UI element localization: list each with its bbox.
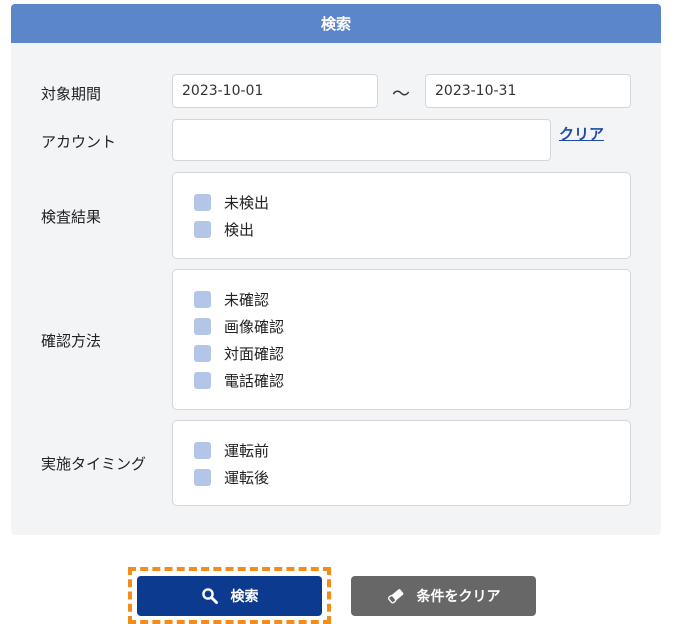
checkbox-label: 運転後 (224, 468, 270, 487)
checkbox-option[interactable]: 画像確認 (194, 316, 284, 336)
checkbox-label: 対面確認 (224, 344, 285, 363)
checkbox[interactable] (194, 317, 211, 335)
checkbox-option[interactable]: 電話確認 (194, 370, 284, 390)
panel-title: 検索 (320, 15, 351, 33)
account-clear-link[interactable]: クリア (559, 123, 604, 144)
period-label: 対象期間 (41, 85, 102, 103)
period-to-input[interactable]: 2023-10-31 (425, 74, 631, 108)
checkbox-label: 未確認 (224, 290, 270, 309)
checkbox-label: 運転前 (224, 441, 270, 460)
confirmation-method-label: 確認方法 (41, 332, 102, 350)
checkbox-label: 電話確認 (224, 371, 285, 390)
eraser-icon (387, 587, 405, 605)
checkbox[interactable] (194, 371, 211, 389)
checkbox[interactable] (194, 220, 211, 238)
panel-header: 検索 (11, 4, 661, 43)
checkbox-option[interactable]: 未確認 (194, 289, 269, 309)
checkbox[interactable] (194, 193, 211, 211)
period-from-input[interactable]: 2023-10-01 (172, 74, 378, 108)
checkbox[interactable] (194, 441, 211, 459)
inspection-result-label: 検査結果 (41, 208, 102, 226)
checkbox-label: 画像確認 (224, 317, 285, 336)
account-input[interactable] (172, 119, 551, 161)
checkbox[interactable] (194, 290, 211, 308)
checkbox-option[interactable]: 運転後 (194, 467, 269, 487)
timing-label: 実施タイミング (41, 455, 147, 473)
checkbox[interactable] (194, 344, 211, 362)
search-button[interactable]: 検索 (137, 576, 322, 616)
inspection-result-group: 未検出 検出 (172, 172, 631, 259)
checkbox-option[interactable]: 運転前 (194, 440, 269, 460)
account-label: アカウント (41, 133, 117, 151)
checkbox-label: 検出 (224, 220, 255, 239)
period-to-value: 2023-10-31 (435, 83, 517, 99)
confirmation-method-group: 未確認 画像確認 対面確認 電話確認 (172, 269, 631, 410)
checkbox-label: 未検出 (224, 193, 270, 212)
clear-conditions-button-label: 条件をクリア (416, 589, 501, 605)
search-button-label: 検索 (230, 589, 259, 605)
checkbox-option[interactable]: 対面確認 (194, 343, 284, 363)
clear-conditions-button[interactable]: 条件をクリア (351, 576, 536, 616)
checkbox-option[interactable]: 未検出 (194, 192, 269, 212)
timing-group: 運転前 運転後 (172, 420, 631, 506)
search-icon (201, 587, 219, 605)
checkbox[interactable] (194, 468, 211, 486)
period-from-value: 2023-10-01 (182, 83, 264, 99)
checkbox-option[interactable]: 検出 (194, 219, 254, 239)
period-separator: ～ (392, 84, 410, 105)
